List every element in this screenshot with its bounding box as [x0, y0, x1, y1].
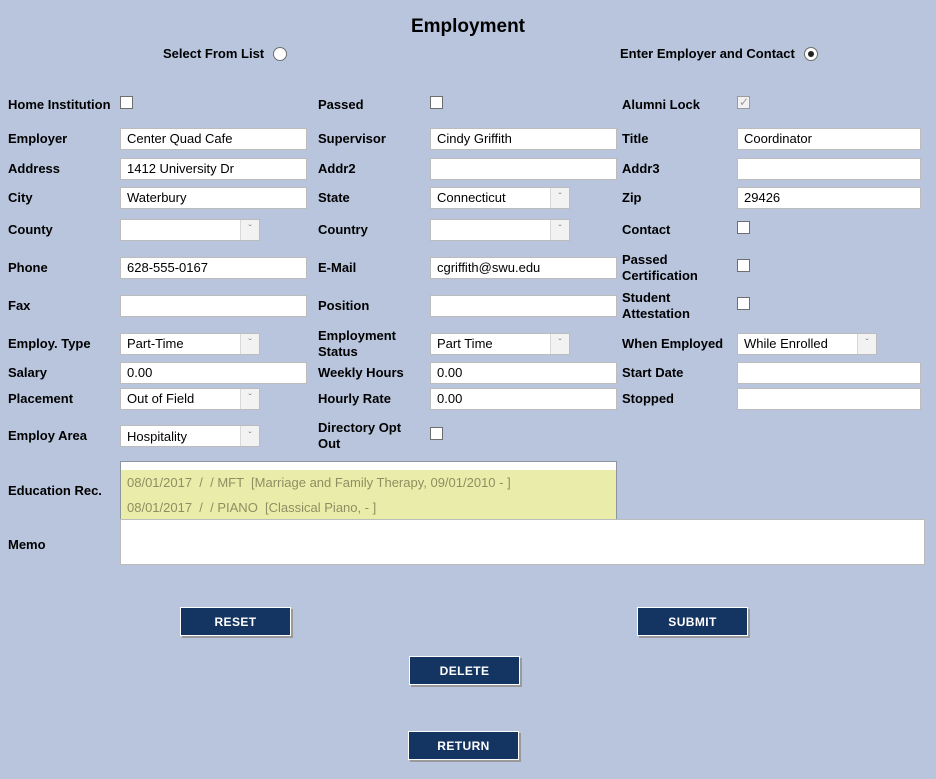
education-rec-item[interactable]: 08/01/2017 / / PIANO [Classical Piano, -… [121, 495, 616, 520]
passed-checkbox[interactable] [430, 96, 443, 109]
memo-textarea[interactable] [120, 519, 925, 565]
select-from-list-label: Select From List [163, 46, 264, 61]
student-attestation-label: Student Attestation [622, 290, 737, 321]
employment-status-select[interactable]: Part Time ˇ [430, 333, 570, 355]
alumni-lock-checkbox[interactable] [737, 96, 750, 109]
chevron-down-icon: ˇ [550, 334, 569, 354]
when-employed-select-value: While Enrolled [738, 336, 857, 351]
directory-opt-out-label: Directory Opt Out [318, 420, 430, 451]
employ-type-select[interactable]: Part-Time ˇ [120, 333, 260, 355]
submit-button[interactable]: SUBMIT [637, 607, 748, 636]
addr2-input[interactable] [430, 158, 617, 180]
education-rec-label: Education Rec. [8, 483, 120, 499]
hourly-rate-input[interactable] [430, 388, 617, 410]
address-input[interactable] [120, 158, 307, 180]
reset-button[interactable]: RESET [180, 607, 291, 636]
chevron-down-icon: ˇ [550, 220, 569, 240]
chevron-down-icon: ˇ [240, 220, 259, 240]
return-button[interactable]: RETURN [408, 731, 519, 760]
title-input[interactable] [737, 128, 921, 150]
phone-input[interactable] [120, 257, 307, 279]
radio-group-select-from-list: Select From List [163, 46, 287, 61]
fax-label: Fax [8, 298, 120, 314]
stopped-label: Stopped [622, 391, 737, 407]
state-label: State [318, 190, 430, 206]
home-institution-checkbox[interactable] [120, 96, 133, 109]
position-label: Position [318, 298, 430, 314]
chevron-down-icon: ˇ [240, 389, 259, 409]
employ-area-label: Employ Area [8, 428, 120, 444]
city-input[interactable] [120, 187, 307, 209]
home-institution-label: Home Institution [8, 97, 120, 113]
employer-input[interactable] [120, 128, 307, 150]
chevron-down-icon: ˇ [240, 334, 259, 354]
phone-label: Phone [8, 260, 120, 276]
employment-status-select-value: Part Time [431, 336, 550, 351]
chevron-down-icon: ˇ [857, 334, 876, 354]
employ-area-select[interactable]: Hospitality ˇ [120, 425, 260, 447]
zip-input[interactable] [737, 187, 921, 209]
weekly-hours-input[interactable] [430, 362, 617, 384]
alumni-lock-label: Alumni Lock [622, 97, 737, 113]
enter-employer-radio[interactable] [804, 47, 818, 61]
student-attestation-checkbox[interactable] [737, 297, 750, 310]
passed-label: Passed [318, 97, 430, 113]
addr3-input[interactable] [737, 158, 921, 180]
contact-checkbox[interactable] [737, 221, 750, 234]
title-label: Title [622, 131, 737, 147]
supervisor-label: Supervisor [318, 131, 430, 147]
supervisor-input[interactable] [430, 128, 617, 150]
email-input[interactable] [430, 257, 617, 279]
country-label: Country [318, 222, 430, 238]
contact-label: Contact [622, 222, 737, 238]
fax-input[interactable] [120, 295, 307, 317]
weekly-hours-label: Weekly Hours [318, 365, 430, 381]
start-date-label: Start Date [622, 365, 737, 381]
email-label: E-Mail [318, 260, 430, 276]
radio-group-enter-employer: Enter Employer and Contact [620, 46, 818, 61]
page-title: Employment [0, 16, 936, 38]
state-select[interactable]: Connecticut ˇ [430, 187, 570, 209]
county-select[interactable]: ˇ [120, 219, 260, 241]
employment-status-label: Employment Status [318, 328, 430, 359]
chevron-down-icon: ˇ [240, 426, 259, 446]
employer-label: Employer [8, 131, 120, 147]
select-from-list-radio[interactable] [273, 47, 287, 61]
stopped-input[interactable] [737, 388, 921, 410]
county-label: County [8, 222, 120, 238]
employment-form: Employment Select From List Enter Employ… [0, 0, 936, 779]
when-employed-select[interactable]: While Enrolled ˇ [737, 333, 877, 355]
passed-certification-label: Passed Certification [622, 252, 737, 283]
country-select[interactable]: ˇ [430, 219, 570, 241]
passed-certification-checkbox[interactable] [737, 259, 750, 272]
placement-label: Placement [8, 391, 120, 407]
hourly-rate-label: Hourly Rate [318, 391, 430, 407]
directory-opt-out-checkbox[interactable] [430, 427, 443, 440]
salary-label: Salary [8, 365, 120, 381]
placement-select-value: Out of Field [121, 391, 240, 406]
education-rec-list[interactable]: 08/01/2017 / / MFT [Marriage and Family … [120, 461, 617, 521]
city-label: City [8, 190, 120, 206]
memo-label: Memo [8, 537, 120, 553]
employ-type-select-value: Part-Time [121, 336, 240, 351]
when-employed-label: When Employed [622, 336, 737, 352]
enter-employer-label: Enter Employer and Contact [620, 46, 795, 61]
position-input[interactable] [430, 295, 617, 317]
salary-input[interactable] [120, 362, 307, 384]
chevron-down-icon: ˇ [550, 188, 569, 208]
addr2-label: Addr2 [318, 161, 430, 177]
addr3-label: Addr3 [622, 161, 737, 177]
employ-type-label: Employ. Type [8, 336, 120, 352]
placement-select[interactable]: Out of Field ˇ [120, 388, 260, 410]
education-rec-item[interactable]: 08/01/2017 / / MFT [Marriage and Family … [121, 470, 616, 495]
start-date-input[interactable] [737, 362, 921, 384]
employ-area-select-value: Hospitality [121, 429, 240, 444]
zip-label: Zip [622, 190, 737, 206]
state-select-value: Connecticut [431, 190, 550, 205]
delete-button[interactable]: DELETE [409, 656, 520, 685]
address-label: Address [8, 161, 120, 177]
